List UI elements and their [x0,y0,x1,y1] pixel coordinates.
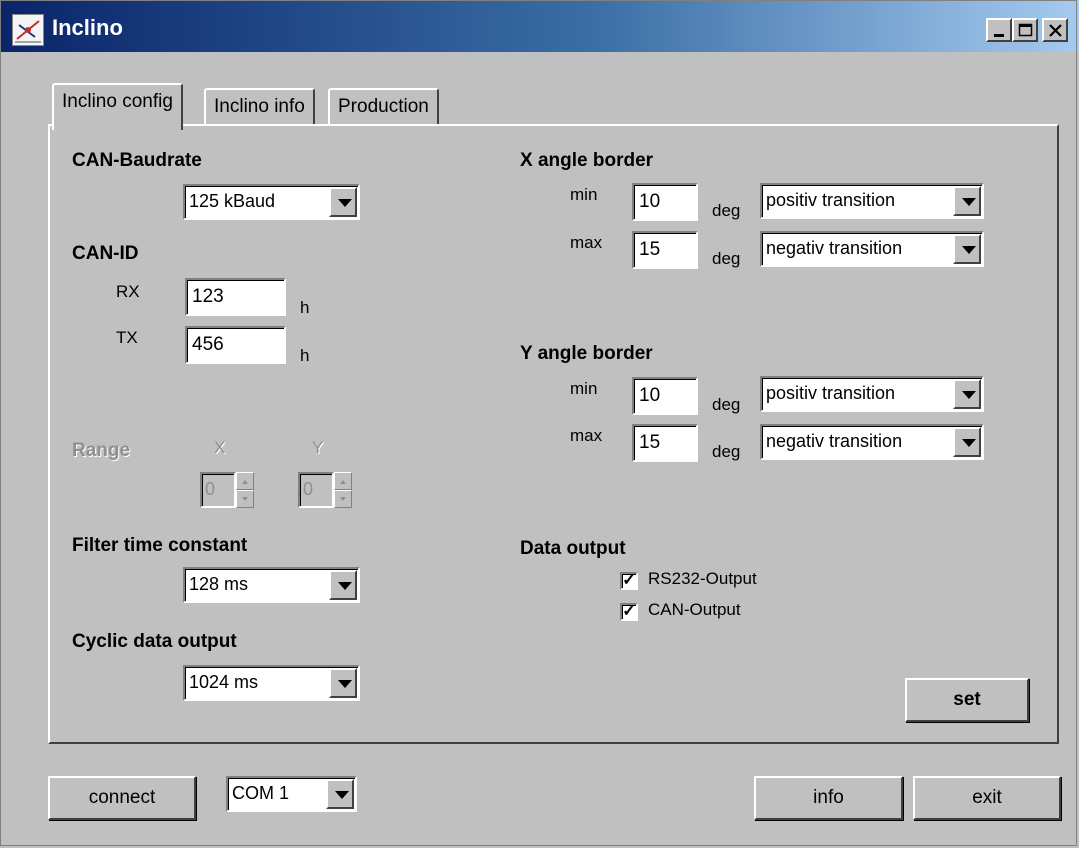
y-min-label: min [570,379,598,398]
can-id-heading: CAN-ID [72,243,139,264]
close-button[interactable] [1042,18,1068,42]
y-max-transition-select[interactable]: negativ transition [760,424,984,460]
com-port-value: COM 1 [232,783,290,803]
x-max-input[interactable]: 15 [632,231,698,269]
range-x-spinner [236,472,254,508]
can-output-label: CAN-Output [648,600,741,619]
tx-label: TX [116,328,138,347]
tx-unit-label: h [300,346,310,365]
tab-inclino-info[interactable]: Inclino info [204,88,315,126]
x-border-heading: X angle border [520,150,654,171]
can-output-checkbox[interactable]: ✓ [620,603,638,621]
y-max-transition-value: negativ transition [766,431,903,451]
x-min-label: min [570,185,598,204]
rs232-checkbox[interactable]: ✓ [620,572,638,590]
window-title: Inclino [52,15,123,40]
y-min-input[interactable]: 10 [632,377,698,415]
x-min-transition-select[interactable]: positiv transition [760,183,984,219]
set-button[interactable]: set [905,678,1029,722]
maximize-button[interactable] [1012,18,1038,42]
can-baudrate-select[interactable]: 125 kBaud [183,184,360,220]
range-x-label: X [214,438,226,457]
chevron-down-icon[interactable] [953,379,981,409]
chevron-down-icon[interactable] [326,779,354,809]
x-max-transition-select[interactable]: negativ transition [760,231,984,267]
exit-button[interactable]: exit [913,776,1061,820]
can-baudrate-heading: CAN-Baudrate [72,150,202,171]
chevron-down-icon[interactable] [329,570,357,600]
chevron-down-icon[interactable] [953,234,981,264]
info-button[interactable]: info [754,776,903,820]
rx-id-input[interactable]: 123 [185,278,286,316]
minimize-button[interactable] [986,18,1012,42]
x-max-label: max [570,233,603,252]
x-max-unit: deg [712,249,741,268]
range-heading: Range [72,440,131,461]
y-max-unit: deg [712,442,741,461]
tab-production[interactable]: Production [328,88,439,126]
can-baudrate-value: 125 kBaud [189,191,276,211]
cyclic-heading: Cyclic data output [72,631,237,652]
y-border-heading: Y angle border [520,343,653,364]
range-y-label: Y [312,438,324,457]
cyclic-select[interactable]: 1024 ms [183,665,360,701]
range-y-input: 0 [298,472,334,508]
minimize-icon [994,34,1004,37]
filter-select[interactable]: 128 ms [183,567,360,603]
tx-id-input[interactable]: 456 [185,326,286,364]
x-max-transition-value: negativ transition [766,238,903,258]
range-x-input: 0 [200,472,236,508]
tab-inclino-config[interactable]: Inclino config [52,83,183,130]
cyclic-value: 1024 ms [189,672,259,692]
chevron-down-icon[interactable] [953,186,981,216]
data-output-heading: Data output [520,538,626,559]
chevron-down-icon[interactable] [329,187,357,217]
y-min-transition-value: positiv transition [766,383,896,403]
chevron-down-icon[interactable] [329,668,357,698]
close-icon [1049,24,1062,37]
rx-unit-label: h [300,298,310,317]
x-min-transition-value: positiv transition [766,190,896,210]
y-max-input[interactable]: 15 [632,424,698,462]
title-bar[interactable] [0,0,1079,52]
y-min-transition-select[interactable]: positiv transition [760,376,984,412]
inclino-logo-icon [12,14,44,46]
x-min-unit: deg [712,201,741,220]
filter-value: 128 ms [189,574,249,594]
y-max-label: max [570,426,603,445]
filter-heading: Filter time constant [72,535,248,556]
x-min-input[interactable]: 10 [632,183,698,221]
connect-button[interactable]: connect [48,776,196,820]
maximize-icon [1018,23,1033,37]
y-min-unit: deg [712,395,741,414]
range-y-spinner [334,472,352,508]
rs232-label: RS232-Output [648,569,757,588]
chevron-down-icon[interactable] [953,427,981,457]
rx-label: RX [116,282,140,301]
com-port-select[interactable]: COM 1 [226,776,357,812]
